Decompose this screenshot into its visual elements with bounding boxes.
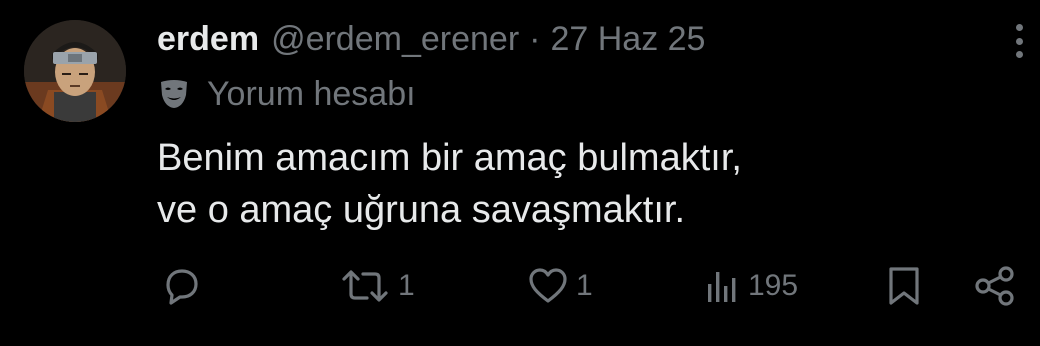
- account-label: Yorum hesabı: [157, 72, 416, 116]
- share-button[interactable]: [972, 262, 1018, 310]
- tweet-text-line: ve o amaç uğruna savaşmaktır.: [157, 189, 686, 231]
- author-name[interactable]: erdem: [157, 20, 259, 59]
- more-dot: [1015, 51, 1023, 58]
- views-button[interactable]: 195: [702, 262, 798, 310]
- action-bar: 1 1 195: [0, 262, 1040, 310]
- views-count: 195: [748, 269, 799, 302]
- separator-dot: ·: [529, 19, 541, 58]
- account-label-text: Yorum hesabı: [207, 74, 416, 113]
- tweet-text: Benim amacım bir amaç bulmaktır, ve o am…: [157, 132, 997, 236]
- heart-icon: [529, 268, 567, 303]
- avatar-image: [24, 20, 126, 122]
- views-icon: [708, 272, 736, 302]
- retweet-button[interactable]: 1: [338, 262, 415, 310]
- bookmark-button[interactable]: [884, 262, 924, 310]
- tweet-text-line: Benim amacım bir amaç bulmaktır,: [157, 137, 742, 179]
- avatar[interactable]: [24, 20, 126, 122]
- more-options-icon[interactable]: [1006, 24, 1032, 58]
- retweet-count: 1: [398, 269, 415, 302]
- reply-icon: [166, 269, 198, 305]
- tweet-date[interactable]: 27 Haz 25: [550, 20, 705, 59]
- author-handle[interactable]: @erdem_erener: [271, 20, 519, 59]
- mask-icon: [161, 80, 187, 108]
- bookmark-icon: [889, 267, 919, 305]
- like-count: 1: [576, 269, 593, 302]
- share-icon: [975, 266, 1014, 306]
- more-dot: [1015, 24, 1023, 31]
- tweet-header: erdem @erdem_erener · 27 Haz 25: [157, 16, 705, 62]
- reply-button[interactable]: [160, 262, 204, 310]
- like-button[interactable]: 1: [526, 262, 593, 310]
- retweet-icon: [342, 270, 388, 302]
- more-dot: [1015, 37, 1023, 45]
